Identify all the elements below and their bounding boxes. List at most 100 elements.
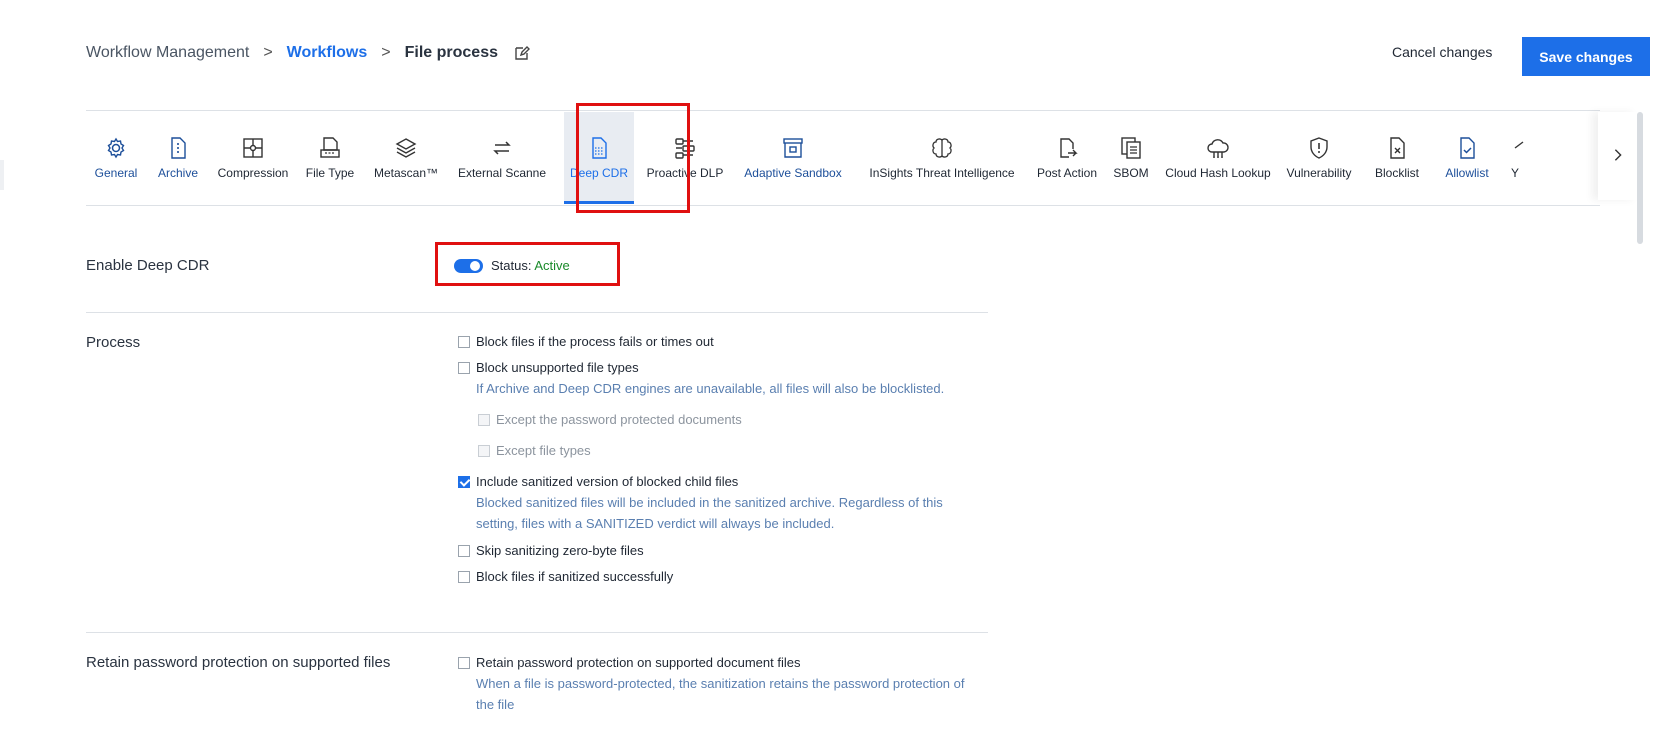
block-unsupported-help: If Archive and Deep CDR engines are unav… <box>476 381 945 396</box>
tab-label: Compression <box>217 166 289 180</box>
tab-adaptive-sandbox[interactable]: Adaptive Sandbox <box>738 112 848 204</box>
tab-label: Adaptive Sandbox <box>744 166 842 180</box>
tab-bar: General Archive Compression File Type Me… <box>86 112 1600 204</box>
option-block-sanitized: Block files if sanitized successfully <box>458 569 673 584</box>
section-divider <box>86 632 988 633</box>
status-prefix: Status: <box>491 258 532 273</box>
tab-allowlist[interactable]: Allowlist <box>1438 112 1496 204</box>
toggle-knob <box>470 261 480 271</box>
option-retain-password: Retain password protection on supported … <box>458 655 800 670</box>
tab-general[interactable]: General <box>86 112 146 204</box>
except-password-checkbox[interactable] <box>478 413 490 426</box>
option-label: Block files if sanitized successfully <box>476 569 674 584</box>
tab-metascan[interactable]: Metascan™ <box>370 112 442 204</box>
swap-arrows-icon <box>493 141 511 155</box>
edit-icon[interactable] <box>514 45 530 61</box>
tab-label: Y <box>1510 166 1519 180</box>
tab-label: External Scanne <box>457 166 547 180</box>
chevron-right-icon <box>1611 146 1625 167</box>
option-block-fail: Block files if the process fails or time… <box>458 334 714 349</box>
truncated-tab-icon <box>1514 141 1524 149</box>
tab-label: Post Action <box>1036 166 1098 180</box>
left-edge-marker <box>0 160 4 190</box>
tab-external-scanner[interactable]: External Scanne <box>456 112 548 204</box>
tabs-divider <box>86 205 1600 206</box>
tab-label: InSights Threat Intelligence <box>869 166 1015 180</box>
tab-blocklist[interactable]: Blocklist <box>1370 112 1424 204</box>
include-sanitized-checkbox[interactable] <box>458 475 470 488</box>
save-changes-button[interactable]: Save changes <box>1522 37 1650 76</box>
blocklist-icon <box>1390 137 1405 159</box>
block-unsupported-checkbox[interactable] <box>458 361 470 374</box>
shield-alert-icon <box>1310 137 1328 159</box>
sbom-icon <box>1121 137 1141 159</box>
tab-label: Vulnerability <box>1286 166 1352 180</box>
retain-password-help-line-1: When a file is password-protected, the s… <box>476 676 965 691</box>
header-divider <box>86 110 1600 111</box>
tab-insights-threat-intelligence[interactable]: InSights Threat Intelligence <box>862 112 1022 204</box>
include-sanitized-help-line-1: Blocked sanitized files will be included… <box>476 495 943 510</box>
option-label: Except the password protected documents <box>496 412 742 427</box>
option-label: Except file types <box>496 443 591 458</box>
process-label: Process <box>86 334 141 351</box>
sandbox-icon <box>783 138 803 158</box>
enable-deep-cdr-toggle[interactable] <box>454 259 483 273</box>
tab-compression[interactable]: Compression <box>214 112 292 204</box>
tab-scroll-right-button[interactable] <box>1598 112 1638 200</box>
breadcrumb: Workflow Management > Workflows > File p… <box>86 44 530 62</box>
dlp-icon <box>675 138 695 159</box>
option-label: Include sanitized version of blocked chi… <box>476 474 739 489</box>
breadcrumb-workflows-link[interactable]: Workflows <box>287 44 368 62</box>
tab-label: Cloud Hash Lookup <box>1165 166 1271 180</box>
page-title: File process <box>404 44 498 61</box>
tab-deep-cdr[interactable]: Deep CDR <box>564 112 634 204</box>
tab-label: Metascan™ <box>373 166 439 180</box>
breadcrumb-separator: > <box>381 44 391 61</box>
tab-label: Proactive DLP <box>646 166 724 180</box>
option-label: Skip sanitizing zero-byte files <box>476 543 644 558</box>
layers-icon <box>395 138 417 158</box>
status-text: Status: Active <box>491 258 570 273</box>
option-except-types: Except file types <box>478 443 591 458</box>
option-include-sanitized: Include sanitized version of blocked chi… <box>458 474 738 489</box>
section-divider <box>86 312 988 313</box>
block-fail-checkbox[interactable] <box>458 335 470 348</box>
tab-vulnerability[interactable]: Vulnerability <box>1282 112 1356 204</box>
tab-archive[interactable]: Archive <box>152 112 204 204</box>
except-types-checkbox[interactable] <box>478 444 490 457</box>
block-sanitized-checkbox[interactable] <box>458 570 470 583</box>
tab-label: Blocklist <box>1374 166 1419 180</box>
file-type-icon <box>320 137 340 158</box>
option-label: Block unsupported file types <box>476 360 639 375</box>
option-label: Retain password protection on supported … <box>476 655 801 670</box>
retain-password-help-line-2: the file <box>476 697 515 712</box>
tab-label: Deep CDR <box>569 166 629 180</box>
tab-label: SBOM <box>1113 166 1149 180</box>
include-sanitized-help-line-2: setting, files with a SANITIZED verdict … <box>476 516 835 531</box>
tab-cloud-hash-lookup[interactable]: Cloud Hash Lookup <box>1164 112 1272 204</box>
tab-label: Archive <box>157 166 198 180</box>
tab-proactive-dlp[interactable]: Proactive DLP <box>644 112 726 204</box>
compression-icon <box>243 138 263 158</box>
retain-password-label: Retain password protection on supported … <box>86 654 391 671</box>
archive-file-icon <box>171 137 186 159</box>
tab-post-action[interactable]: Post Action <box>1032 112 1102 204</box>
deep-cdr-icon <box>592 137 607 159</box>
allowlist-icon <box>1460 137 1475 159</box>
active-tab-indicator <box>564 201 634 204</box>
retain-password-checkbox[interactable] <box>458 656 470 669</box>
option-skip-zero: Skip sanitizing zero-byte files <box>458 543 644 558</box>
tab-file-type[interactable]: File Type <box>302 112 358 204</box>
skip-zero-checkbox[interactable] <box>458 544 470 557</box>
tab-sbom[interactable]: SBOM <box>1110 112 1152 204</box>
option-block-unsupported: Block unsupported file types <box>458 360 639 375</box>
breadcrumb-root[interactable]: Workflow Management <box>86 44 249 62</box>
tab-label: Allowlist <box>1445 166 1489 180</box>
gear-icon <box>107 137 125 159</box>
cloud-icon <box>1207 139 1229 158</box>
tab-truncated[interactable]: Y <box>1506 112 1524 204</box>
brain-icon <box>932 138 952 158</box>
vertical-scrollbar[interactable] <box>1637 112 1643 244</box>
breadcrumb-separator: > <box>263 44 273 61</box>
cancel-changes-button[interactable]: Cancel changes <box>1392 44 1492 60</box>
